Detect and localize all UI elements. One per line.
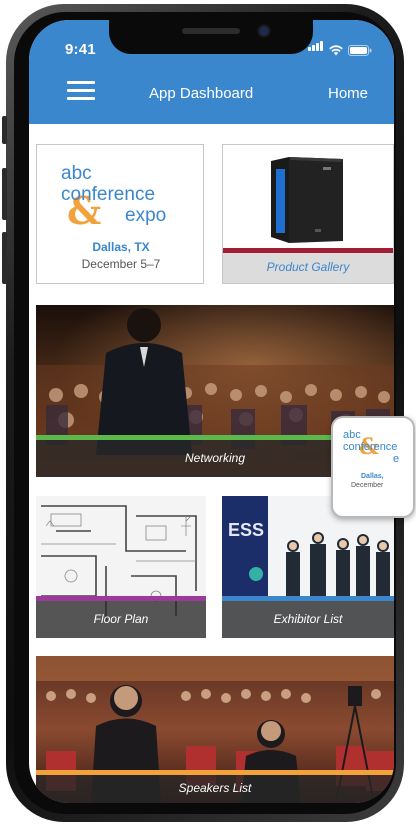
event-info-tile[interactable]: & abc conference expo Dallas, TX Decembe… [36,144,204,284]
gallery-label: Product Gallery [223,248,393,283]
wifi-icon [329,45,343,56]
device-notch [109,20,313,54]
front-camera [259,26,269,36]
logo-abc: abc [61,163,92,184]
volume-down-button [2,232,7,284]
logo-expo: expo [125,205,167,226]
floor-plan-label: Floor Plan [36,601,206,638]
speakers-list-tile[interactable]: Speakers List [36,656,394,803]
exhibitor-label: Exhibitor List [222,601,394,638]
earpiece-speaker [182,28,240,34]
server-cabinet-image [271,157,343,243]
menu-icon[interactable] [67,81,95,101]
status-time: 9:41 [65,41,96,58]
float-logo-abc: abc [343,429,361,441]
event-city: Dallas, TX [92,240,150,254]
status-icons [308,41,372,56]
logo-conference: conference [61,184,156,205]
svg-text:ESS: ESS [228,520,264,540]
float-dates: December [351,482,384,489]
app-screen: 9:41 App Dashboard Home & abc conference… [29,20,394,803]
floor-plan-tile[interactable]: Floor Plan [36,496,206,638]
float-logo-expo: e [393,453,400,465]
volume-up-button [2,168,7,220]
home-link[interactable]: Home [328,85,368,102]
page-title: App Dashboard [149,85,254,102]
float-city: Dallas, [361,473,384,480]
nav-bar: App Dashboard Home [29,68,394,124]
event-dates: December 5–7 [81,257,161,271]
speakers-label: Speakers List [36,775,394,803]
mute-switch [2,116,7,144]
floating-logo-card[interactable]: & abc conference e Dallas, December [331,416,415,518]
battery-icon [348,45,372,56]
product-gallery-tile[interactable]: Product Gallery [222,144,394,284]
float-logo-conference: conference [343,441,398,453]
